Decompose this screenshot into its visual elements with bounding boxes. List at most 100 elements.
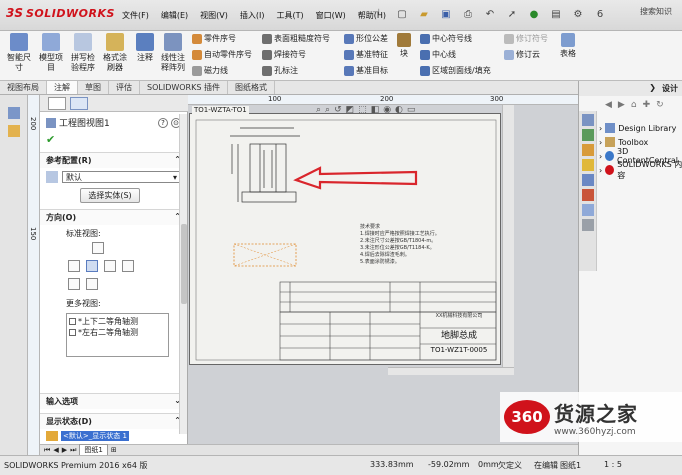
canvas-vertical-scrollbar[interactable]: [502, 105, 514, 367]
orientation-header[interactable]: 方向(O) ⌃: [40, 209, 187, 225]
isometric-view-icon[interactable]: [86, 278, 98, 290]
resources-tab-icon[interactable]: [582, 129, 594, 141]
menu-edit[interactable]: 编辑(E): [155, 8, 194, 23]
left-view-icon[interactable]: [68, 260, 80, 272]
appearances-tab-icon[interactable]: [582, 189, 594, 201]
collapse-arrow-icon[interactable]: ❯: [649, 83, 656, 94]
watermark: 360 货源之家 www.360hyzj.com: [500, 392, 682, 442]
right-view-icon[interactable]: [104, 260, 116, 272]
checkbox[interactable]: [69, 318, 76, 325]
geometric-tolerance-button[interactable]: 形位公差: [344, 33, 388, 44]
menu-view[interactable]: 视图(V): [194, 8, 234, 23]
refresh-icon[interactable]: ↻: [656, 100, 664, 110]
pin-icon[interactable]: ⊣: [372, 8, 380, 18]
more-view-item[interactable]: *左右二等角轴测: [69, 327, 166, 338]
table-button[interactable]: 表格: [556, 33, 580, 59]
menu-window[interactable]: 窗口(W): [310, 8, 352, 23]
weld-symbol-button[interactable]: 焊接符号: [262, 49, 306, 60]
format-painter-button[interactable]: 格式涂刷器: [100, 33, 130, 73]
scrollbar-thumb[interactable]: [181, 224, 187, 304]
import-options-header[interactable]: 输入选项 ⌄: [40, 393, 187, 409]
datum-target-button[interactable]: 基准目标: [344, 65, 388, 76]
centerline-button[interactable]: 中心线: [420, 49, 456, 60]
options-gear-icon[interactable]: ⚙: [568, 6, 588, 23]
forum-tab-icon[interactable]: [582, 219, 594, 231]
prev-sheet-icon[interactable]: ◀: [53, 446, 58, 454]
tab-annotation[interactable]: 注解: [47, 81, 78, 94]
model-items-button[interactable]: 模型项目: [36, 33, 66, 73]
select-bodies-button[interactable]: 选择实体(S): [80, 188, 140, 203]
rebuild-icon[interactable]: ●: [524, 6, 544, 23]
view-palette-tab-icon[interactable]: [582, 174, 594, 186]
back-view-icon[interactable]: [122, 260, 134, 272]
next-sheet-icon[interactable]: ▶: [62, 446, 67, 454]
hole-callout-button[interactable]: 孔标注: [262, 65, 298, 76]
file-properties-icon[interactable]: ▤: [546, 6, 566, 23]
property-manager-tab-icon[interactable]: [70, 97, 88, 110]
checkbox[interactable]: [69, 329, 76, 336]
home-tab-icon[interactable]: [582, 114, 594, 126]
bottom-view-icon[interactable]: [68, 278, 80, 290]
sheet-scale[interactable]: 1 : 5: [604, 460, 622, 469]
note-button[interactable]: 注释: [130, 33, 160, 63]
qat-overflow[interactable]: 6: [590, 6, 610, 23]
menu-tools[interactable]: 工具(T): [270, 8, 309, 23]
first-sheet-icon[interactable]: ⏮: [44, 446, 50, 455]
add-location-icon[interactable]: ✚: [643, 100, 651, 110]
magnetic-line-button[interactable]: 磁力线: [192, 65, 228, 76]
add-sheet-icon[interactable]: ⊞: [111, 446, 117, 454]
feature-manager-tab-icon[interactable]: [48, 97, 66, 110]
file-explorer-tab-icon[interactable]: [582, 159, 594, 171]
tab-sheet-format[interactable]: 图纸格式: [228, 81, 275, 94]
design-library-tab-icon[interactable]: [582, 144, 594, 156]
red-callout-arrow: [293, 166, 418, 190]
center-mark-button[interactable]: 中心符号线: [420, 33, 472, 44]
area-hatch-button[interactable]: 区域剖面线/填充: [420, 65, 491, 76]
ok-checkmark-icon[interactable]: ✔: [40, 133, 187, 146]
new-document-icon[interactable]: ▢: [392, 6, 412, 23]
more-view-item[interactable]: *上下二等角轴测: [69, 316, 166, 327]
linear-note-pattern-button[interactable]: 线性注释阵列: [158, 33, 188, 73]
back-arrow-icon[interactable]: ◀: [605, 100, 612, 110]
canvas-horizontal-scrollbar[interactable]: [388, 367, 514, 375]
last-sheet-icon[interactable]: ⏭: [70, 446, 76, 455]
tab-view-layout[interactable]: 视图布局: [0, 81, 47, 94]
ref-config-header[interactable]: 参考配置(R) ⌃: [40, 152, 187, 168]
revision-cloud-button[interactable]: 修订云: [504, 49, 540, 60]
menu-file[interactable]: 文件(F): [116, 8, 155, 23]
tab-sketch[interactable]: 草图: [78, 81, 109, 94]
tab-evaluate[interactable]: 评估: [109, 81, 140, 94]
revision-symbol-button[interactable]: 修订符号: [504, 33, 548, 44]
help-icon[interactable]: ?: [158, 117, 168, 128]
tab-addins[interactable]: SOLIDWORKS 插件: [140, 81, 228, 94]
smart-dimension-button[interactable]: 智能尺寸: [4, 33, 34, 73]
auto-balloon-button[interactable]: 自动零件序号: [192, 49, 252, 60]
spell-check-button[interactable]: 拼写检验程序: [68, 33, 98, 73]
surface-finish-button[interactable]: 表面粗糙度符号: [262, 33, 330, 44]
layer-tool-icon[interactable]: [8, 125, 20, 137]
menu-insert[interactable]: 插入(I): [234, 8, 271, 23]
top-view-icon[interactable]: [92, 242, 104, 254]
front-view-icon[interactable]: [86, 260, 98, 272]
custom-properties-tab-icon[interactable]: [582, 204, 594, 216]
print-icon[interactable]: ⎙: [458, 6, 478, 23]
balloon-button[interactable]: 零件序号: [192, 33, 236, 44]
forward-arrow-icon[interactable]: ▶: [618, 100, 625, 110]
library-item-solidworks-content[interactable]: › SOLIDWORKS 内容: [599, 160, 682, 180]
display-state-value[interactable]: <默认>_显示状态 1: [61, 431, 129, 441]
sheet-tool-icon[interactable]: [8, 107, 20, 119]
select-cursor-icon[interactable]: ➚: [502, 6, 522, 23]
drawing-sheet[interactable]: TO1-WZTA-TO1 技术要求 1.焊接时应严格按照焊接工艺执行。 2.未注…: [189, 106, 501, 365]
format-painter-label: 格式涂刷器: [103, 53, 127, 72]
pm-scrollbar[interactable]: [179, 114, 187, 434]
display-state-header[interactable]: 显示状态(D) ⌃: [40, 413, 187, 429]
library-item-design-library[interactable]: › Design Library: [599, 121, 682, 135]
open-folder-icon[interactable]: ▰: [414, 6, 434, 23]
datum-feature-button[interactable]: 基准特征: [344, 49, 388, 60]
ref-config-select[interactable]: 默认 ▾: [62, 171, 181, 183]
block-button[interactable]: 块: [394, 33, 414, 59]
undo-icon[interactable]: ↶: [480, 6, 500, 23]
save-icon[interactable]: ▣: [436, 6, 456, 23]
search-knowledge-hint[interactable]: 搜索知识: [640, 6, 672, 17]
home-icon[interactable]: ⌂: [631, 100, 637, 110]
